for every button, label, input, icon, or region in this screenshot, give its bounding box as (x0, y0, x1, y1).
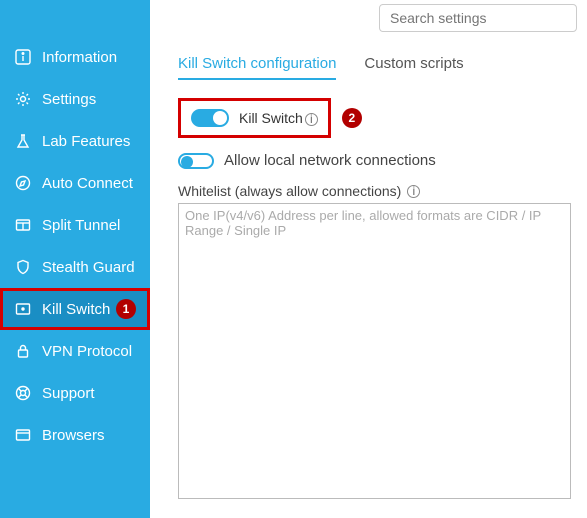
sidebar-item-kill-switch[interactable]: Kill Switch 1 (0, 288, 150, 330)
lock-icon (14, 342, 32, 360)
compass-icon (14, 174, 32, 192)
sidebar-item-stealth-guard[interactable]: Stealth Guard (0, 246, 150, 288)
sidebar-item-label: Split Tunnel (42, 217, 120, 234)
sidebar-item-split-tunnel[interactable]: Split Tunnel (0, 204, 150, 246)
main-panel: Kill Switch configuration Custom scripts… (150, 0, 587, 518)
sidebar: Information Settings Lab Features Auto C… (0, 0, 150, 518)
info-icon[interactable]: i (305, 113, 318, 126)
whitelist-textarea[interactable] (178, 203, 571, 499)
sidebar-item-label: Auto Connect (42, 175, 133, 192)
sidebar-item-label: Stealth Guard (42, 259, 135, 276)
sidebar-item-auto-connect[interactable]: Auto Connect (0, 162, 150, 204)
tab-kill-switch-config[interactable]: Kill Switch configuration (178, 55, 336, 80)
allow-local-label: Allow local network connections (224, 152, 436, 169)
info-icon[interactable]: i (407, 185, 420, 198)
tabs: Kill Switch configuration Custom scripts (178, 55, 571, 80)
sidebar-item-vpn-protocol[interactable]: VPN Protocol (0, 330, 150, 372)
split-icon (14, 216, 32, 234)
sidebar-item-label: Browsers (42, 427, 105, 444)
killswitch-icon (14, 300, 32, 318)
search-input[interactable] (379, 4, 577, 32)
whitelist-label-text: Whitelist (always allow connections) (178, 183, 401, 199)
kill-switch-label: Kill Switchi (239, 110, 318, 126)
sidebar-item-support[interactable]: Support (0, 372, 150, 414)
browser-icon (14, 426, 32, 444)
shield-icon (14, 258, 32, 276)
sidebar-item-browsers[interactable]: Browsers (0, 414, 150, 456)
sidebar-item-label: Support (42, 385, 95, 402)
search-bar (150, 0, 587, 35)
flask-icon (14, 132, 32, 150)
sidebar-item-label: Kill Switch (42, 301, 110, 318)
kill-switch-label-text: Kill Switch (239, 110, 303, 126)
kill-switch-toggle-row: Kill Switchi 2 (178, 98, 331, 138)
sidebar-item-settings[interactable]: Settings (0, 78, 150, 120)
info-icon (14, 48, 32, 66)
sidebar-item-label: Settings (42, 91, 96, 108)
sidebar-item-label: Information (42, 49, 117, 66)
gear-icon (14, 90, 32, 108)
allow-local-toggle[interactable] (178, 153, 214, 169)
sidebar-item-information[interactable]: Information (0, 36, 150, 78)
tab-custom-scripts[interactable]: Custom scripts (364, 55, 463, 80)
sidebar-item-lab-features[interactable]: Lab Features (0, 120, 150, 162)
whitelist-label: Whitelist (always allow connections) i (178, 183, 571, 199)
lifebuoy-icon (14, 384, 32, 402)
sidebar-item-label: VPN Protocol (42, 343, 132, 360)
annotation-badge-1: 1 (116, 299, 136, 319)
sidebar-item-label: Lab Features (42, 133, 130, 150)
annotation-badge-2: 2 (342, 108, 362, 128)
kill-switch-toggle[interactable] (191, 109, 229, 127)
